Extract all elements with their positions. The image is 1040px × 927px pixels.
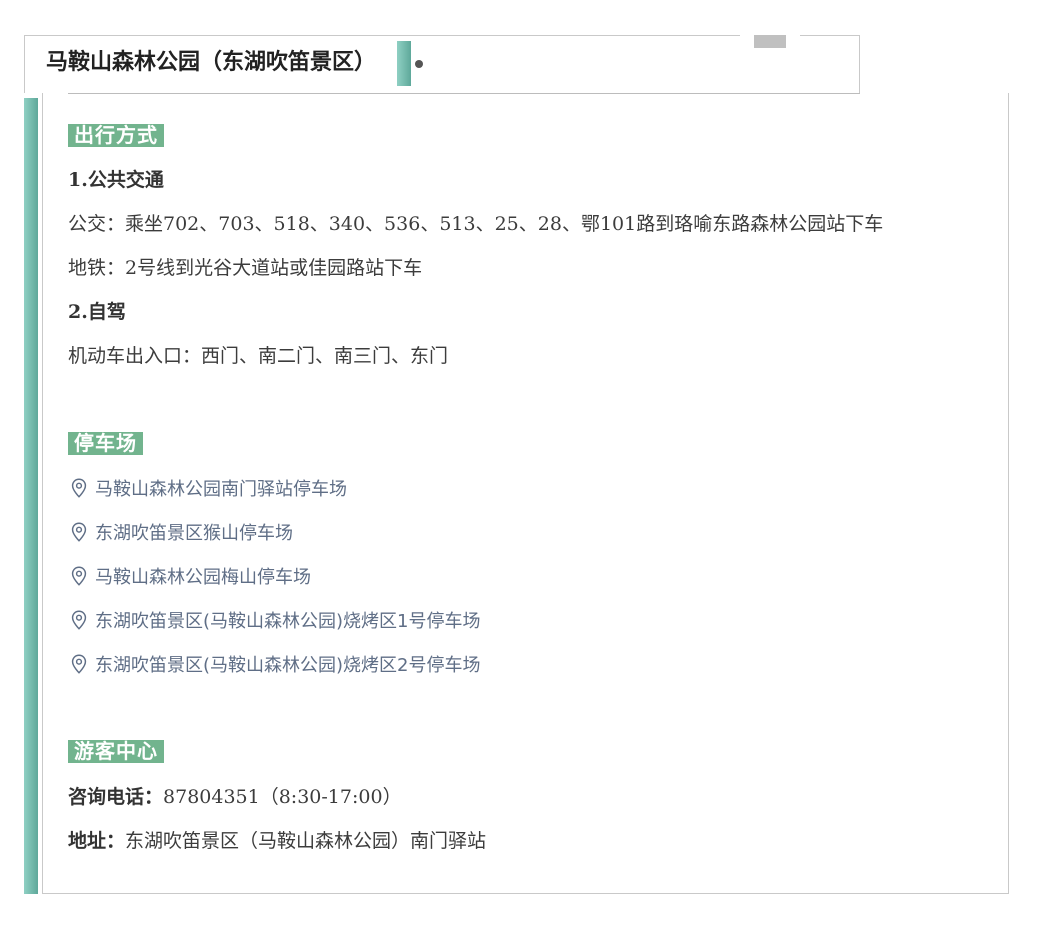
vehicle-entrances: 机动车出入口：西门、南二门、南三门、东门 [68, 345, 449, 367]
parking-item[interactable]: 马鞍山森林公园南门驿站停车场 [68, 476, 347, 500]
parking-heading: 停车场 [68, 432, 143, 455]
metro-info: 地铁：2号线到光谷大道站或佳园路站下车 [68, 257, 423, 279]
parking-item[interactable]: 东湖吹笛景区(马鞍山森林公园)烧烤区1号停车场 [68, 608, 481, 632]
visitor-center-heading: 游客中心 [68, 740, 164, 763]
title-dot-icon [415, 60, 423, 68]
parking-item-label: 马鞍山森林公园南门驿站停车场 [95, 479, 347, 500]
parking-item-label: 东湖吹笛景区(马鞍山森林公园)烧烤区2号停车场 [95, 655, 481, 676]
content-top-divider [68, 93, 860, 94]
address-value: 东湖吹笛景区（马鞍山森林公园）南门驿站 [125, 830, 487, 852]
page-title: 马鞍山森林公园（东湖吹笛景区） [46, 50, 377, 75]
address: 地址：东湖吹笛景区（马鞍山森林公园）南门驿站 [68, 829, 486, 853]
parking-item-label: 东湖吹笛景区猴山停车场 [95, 523, 293, 544]
parking-item[interactable]: 马鞍山森林公园梅山停车场 [68, 564, 311, 588]
parking-item[interactable]: 东湖吹笛景区(马鞍山森林公园)烧烤区2号停车场 [68, 652, 481, 676]
location-pin-icon [71, 522, 87, 542]
address-label: 地址： [68, 830, 126, 852]
left-accent-bar [24, 98, 38, 894]
bus-info: 公交：乘坐702、703、518、340、536、513、25、28、鄂101路… [68, 213, 884, 235]
transport-heading: 出行方式 [68, 124, 164, 147]
consult-phone: 咨询电话：87804351（8:30-17:00） [68, 785, 402, 809]
parking-item-label: 马鞍山森林公园梅山停车场 [95, 567, 311, 588]
decorative-tab [754, 35, 786, 48]
location-pin-icon [71, 566, 87, 586]
public-transport-title: 1.公共交通 [68, 169, 164, 191]
parking-item[interactable]: 东湖吹笛景区猴山停车场 [68, 520, 293, 544]
title-accent-bar [397, 41, 411, 86]
phone-label: 咨询电话： [68, 786, 164, 808]
self-drive-title: 2.自驾 [68, 301, 126, 323]
phone-value: 87804351（8:30-17:00） [163, 786, 402, 808]
location-pin-icon [71, 610, 87, 630]
location-pin-icon [71, 478, 87, 498]
location-pin-icon [71, 654, 87, 674]
parking-item-label: 东湖吹笛景区(马鞍山森林公园)烧烤区1号停车场 [95, 611, 481, 632]
